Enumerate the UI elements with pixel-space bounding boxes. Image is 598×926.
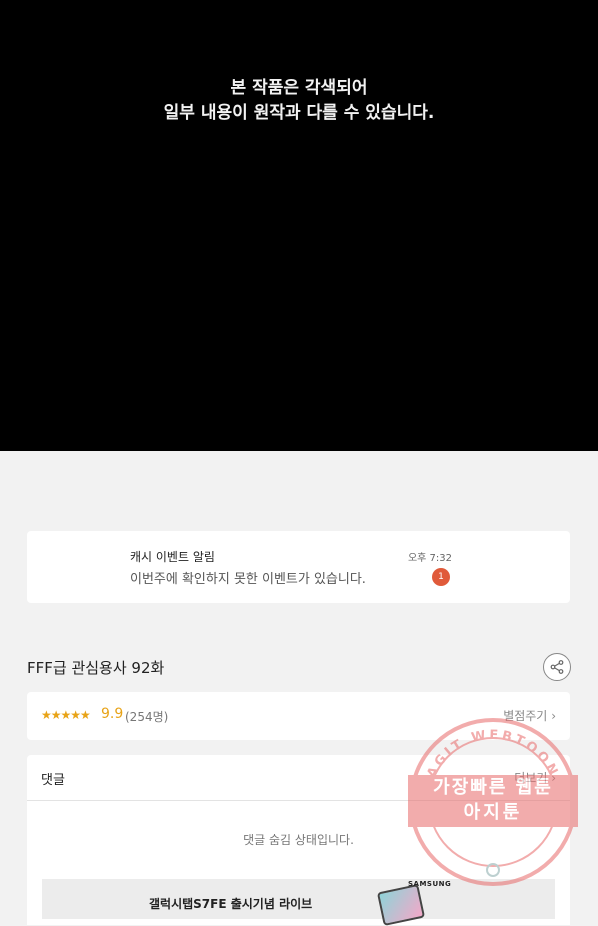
comments-more-button[interactable]: 더보기 › <box>514 769 556 786</box>
chevron-right-icon: › <box>551 771 556 785</box>
share-icon <box>550 660 564 674</box>
adaptation-notice-line2: 일부 내용이 원작과 다를 수 있습니다. <box>163 103 435 123</box>
ad-brand: SAMSUNG <box>408 880 452 888</box>
comic-viewer: 본 작품은 각색되어 일부 내용이 원작과 다를 수 있습니다. <box>0 0 598 451</box>
notification-card[interactable]: 캐시 이벤트 알림 이번주에 확인하지 못한 이벤트가 있습니다. 오후 7:3… <box>27 531 570 603</box>
notification-message: 이번주에 확인하지 못한 이벤트가 있습니다. <box>130 572 366 587</box>
rating-bar: ★★★★★ 9.9 (254명) 별점주기 › <box>27 692 570 740</box>
ad-banner[interactable]: 갤럭시탭S7FE 출시기념 라이브 SAMSUNG <box>42 879 555 926</box>
notification-badge: 1 <box>432 568 450 586</box>
share-button[interactable] <box>543 653 571 681</box>
comments-hidden-message: 댓글 숨김 상태입니다. <box>243 833 354 847</box>
rating-count: (254명) <box>125 710 169 724</box>
adaptation-notice: 본 작품은 각색되어 일부 내용이 원작과 다를 수 있습니다. <box>0 76 598 126</box>
rate-button-label: 별점주기 <box>503 709 548 723</box>
adaptation-notice-line1: 본 작품은 각색되어 <box>230 78 368 98</box>
notification-title: 캐시 이벤트 알림 <box>130 550 215 564</box>
comments-more-label: 더보기 <box>514 771 548 785</box>
rate-button[interactable]: 별점주기 › <box>503 707 556 724</box>
rating-stars: ★★★★★ <box>41 708 91 722</box>
rating-score: 9.9 <box>101 706 124 722</box>
notification-time: 오후 7:32 <box>407 553 452 564</box>
divider <box>27 800 570 801</box>
episode-title: FFF급 관심용사 92화 <box>27 659 165 677</box>
chevron-right-icon: › <box>551 709 556 723</box>
ad-text: 갤럭시탭S7FE 출시기념 라이브 <box>149 897 313 911</box>
comments-header: 댓글 <box>41 773 65 788</box>
